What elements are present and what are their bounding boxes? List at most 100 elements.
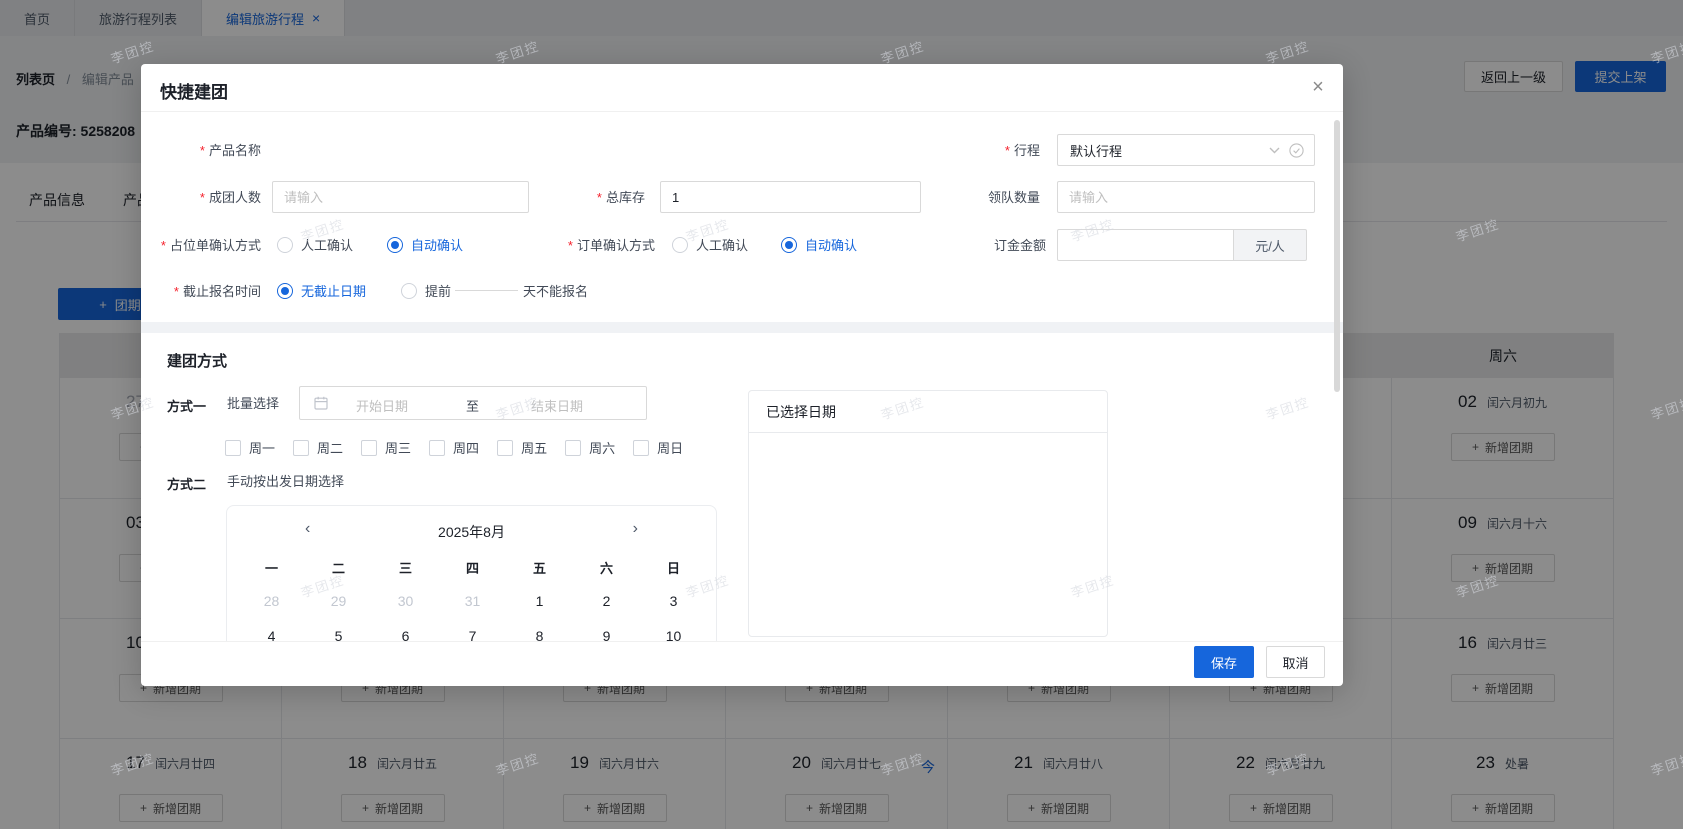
modal-footer: 保存 取消 <box>141 641 1343 686</box>
itinerary-label: * 行程 <box>1004 143 1040 158</box>
mini-calendar-row: 28 29 30 31 1 2 3 <box>238 593 707 609</box>
calendar-icon <box>314 396 328 413</box>
deposit-unit-suffix: 元/人 <box>1234 229 1307 261</box>
app-window: 首页 旅游行程列表 编辑旅游行程 × 列表页 / 编辑产品 返回上一级 提交上架 产品… <box>0 0 1683 829</box>
mini-calendar-day[interactable]: 1 <box>506 593 573 609</box>
order-auto-radio[interactable] <box>781 237 797 253</box>
mini-calendar-day[interactable]: 4 <box>238 628 305 641</box>
deadline-tail-text: 天不能报名 <box>523 284 589 299</box>
modal-scrollbar[interactable] <box>1334 120 1340 392</box>
advance-label[interactable]: 提前 <box>425 284 451 300</box>
mini-calendar-day[interactable]: 9 <box>573 628 640 641</box>
checkbox-icon[interactable] <box>633 439 650 456</box>
weekday-checkbox-label: 周四 <box>453 441 480 456</box>
mini-calendar-day[interactable]: 31 <box>439 593 506 609</box>
order-manual-radio[interactable] <box>672 237 688 253</box>
mini-calendar-day[interactable]: 28 <box>238 593 305 609</box>
leader-count-input[interactable] <box>1057 181 1315 213</box>
weekday-checkbox-label: 周三 <box>385 441 412 456</box>
weekday-checkbox-6[interactable]: 周六 <box>565 438 615 457</box>
mini-calendar-day[interactable]: 30 <box>372 593 439 609</box>
mini-calendar-day[interactable]: 6 <box>372 628 439 641</box>
mini-weekday-label: 二 <box>331 561 345 576</box>
modal-header: 快捷建团 × <box>141 64 1343 112</box>
mini-weekday-label: 四 <box>465 561 479 576</box>
advance-days-input[interactable] <box>455 265 518 291</box>
hold-auto-label[interactable]: 自动确认 <box>411 238 463 254</box>
quick-group-modal: 快捷建团 × *产品名称 *行程 默认行程 *成团人数 *总库存 领队数量 <box>141 64 1343 686</box>
deposit-label: 订金金额 <box>993 238 1046 253</box>
no-deadline-label[interactable]: 无截止日期 <box>301 284 366 300</box>
selected-dates-title: 已选择日期 <box>749 391 1107 433</box>
weekday-checkbox-row: 周一 周二 周三 周四 周五 周六 周日 <box>225 438 683 457</box>
chevron-down-icon <box>1269 147 1280 154</box>
range-to-text: 至 <box>466 399 480 414</box>
build-method-title: 建团方式 <box>167 353 228 370</box>
next-month-icon[interactable]: › <box>633 520 638 538</box>
hold-confirm-label: * 占位单确认方式 <box>160 238 261 253</box>
mini-calendar-day[interactable]: 29 <box>305 593 372 609</box>
deposit-input[interactable] <box>1057 229 1234 261</box>
mini-weekday-label: 一 <box>264 561 278 576</box>
total-stock-label: * 总库存 <box>596 190 645 205</box>
checkbox-icon[interactable] <box>361 439 378 456</box>
mini-calendar-row: 4 5 6 7 8 9 10 <box>238 628 707 641</box>
mini-calendar-day[interactable]: 5 <box>305 628 372 641</box>
min-group-input[interactable] <box>272 181 529 213</box>
check-circle-icon <box>1289 142 1304 158</box>
mini-calendar-weekdays: 一二三四五六日 <box>238 558 707 577</box>
mini-calendar-day[interactable]: 7 <box>439 628 506 641</box>
checkbox-icon[interactable] <box>497 439 514 456</box>
mini-weekday-label: 五 <box>532 561 546 576</box>
hold-auto-radio[interactable] <box>387 237 403 253</box>
mini-calendar-day[interactable]: 2 <box>573 593 640 609</box>
mini-calendar: ‹ 2025年8月 › 一二三四五六日 28 29 30 31 1 2 3 4 5 6 7 8 9 10 <box>226 505 717 641</box>
hold-manual-label[interactable]: 人工确认 <box>301 238 353 254</box>
leader-count-label: 领队数量 <box>987 190 1040 205</box>
weekday-checkbox-2[interactable]: 周二 <box>293 438 343 457</box>
section-divider <box>141 322 1343 333</box>
mini-weekday-label: 日 <box>666 561 680 576</box>
mini-weekday-label: 六 <box>599 561 613 576</box>
total-stock-input[interactable] <box>660 181 921 213</box>
close-icon[interactable]: × <box>1307 76 1329 98</box>
mini-calendar-day[interactable]: 10 <box>640 628 707 641</box>
mini-calendar-day[interactable]: 8 <box>506 628 573 641</box>
method2-label: 方式二 <box>167 477 207 492</box>
weekday-checkbox-label: 周六 <box>589 441 616 456</box>
hold-manual-radio[interactable] <box>277 237 293 253</box>
checkbox-icon[interactable] <box>293 439 310 456</box>
advance-radio[interactable] <box>401 283 417 299</box>
weekday-checkbox-5[interactable]: 周五 <box>497 438 547 457</box>
date-range-picker[interactable]: 开始日期 至 结束日期 <box>299 386 647 420</box>
range-start-placeholder[interactable]: 开始日期 <box>356 396 408 415</box>
weekday-checkbox-label: 周五 <box>521 441 548 456</box>
weekday-checkbox-1[interactable]: 周一 <box>225 438 275 457</box>
order-auto-label[interactable]: 自动确认 <box>805 238 857 254</box>
checkbox-icon[interactable] <box>429 439 446 456</box>
weekday-checkbox-4[interactable]: 周四 <box>429 438 479 457</box>
mini-weekday-label: 三 <box>398 561 412 576</box>
cancel-button[interactable]: 取消 <box>1266 646 1325 678</box>
no-deadline-radio[interactable] <box>277 283 293 299</box>
weekday-checkbox-3[interactable]: 周三 <box>361 438 411 457</box>
product-name-label: * 产品名称 <box>199 143 261 158</box>
itinerary-select[interactable]: 默认行程 <box>1057 134 1315 166</box>
mini-calendar-day[interactable]: 3 <box>640 593 707 609</box>
method1-name: 批量选择 <box>227 396 280 411</box>
weekday-checkbox-label: 周一 <box>249 441 276 456</box>
order-manual-label[interactable]: 人工确认 <box>696 238 748 254</box>
mini-calendar-title: 2025年8月 <box>438 524 505 540</box>
modal-body: *产品名称 *行程 默认行程 *成团人数 *总库存 领队数量 *占位单确认方式 <box>141 112 1343 641</box>
checkbox-icon[interactable] <box>565 439 582 456</box>
weekday-checkbox-label: 周日 <box>657 441 684 456</box>
save-button[interactable]: 保存 <box>1194 646 1254 678</box>
min-group-label: * 成团人数 <box>199 190 261 205</box>
checkbox-icon[interactable] <box>225 439 241 456</box>
deadline-label: * 截止报名时间 <box>173 284 261 299</box>
range-end-placeholder[interactable]: 结束日期 <box>531 396 583 415</box>
order-confirm-label: * 订单确认方式 <box>567 238 655 253</box>
weekday-checkbox-label: 周二 <box>317 441 344 456</box>
weekday-checkbox-7[interactable]: 周日 <box>633 438 683 457</box>
selected-dates-panel: 已选择日期 <box>748 390 1108 637</box>
